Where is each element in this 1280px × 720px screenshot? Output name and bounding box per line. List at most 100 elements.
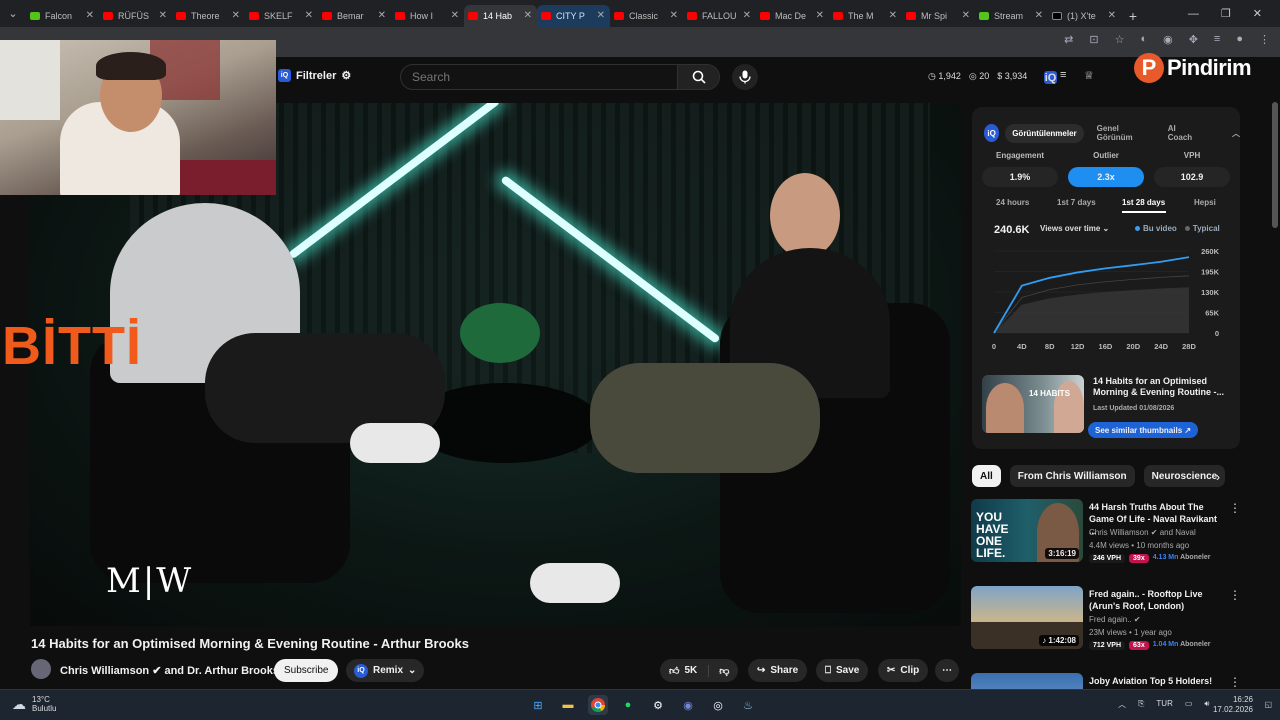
remix-button[interactable]: iQ Remix ⌄ xyxy=(346,659,425,682)
steam-icon[interactable]: ♨ xyxy=(738,695,758,715)
tab-close-icon[interactable]: ✕ xyxy=(962,10,970,21)
search-input[interactable] xyxy=(401,70,677,84)
restore-button[interactable]: ❐ xyxy=(1221,7,1231,20)
vpn-icon[interactable]: ◉ xyxy=(1163,33,1173,46)
file-explorer-icon[interactable]: ▬ xyxy=(558,695,578,715)
voice-search-button[interactable] xyxy=(732,64,758,90)
period-24-hours[interactable]: 24 hours xyxy=(996,198,1029,207)
like-button[interactable]: 👍︎ 5K 👎︎ xyxy=(660,659,739,682)
tab-close-icon[interactable]: ✕ xyxy=(451,10,459,21)
minimize-button[interactable]: — xyxy=(1188,8,1199,20)
more-options-icon[interactable]: ⋮ xyxy=(1229,675,1241,689)
browser-tab[interactable]: 14 Hab ✕ xyxy=(464,4,537,27)
iq-extension-icon[interactable]: iQ xyxy=(1044,71,1057,84)
share-button[interactable]: ↪ Share xyxy=(748,659,808,682)
chips-next-arrow-icon[interactable]: › xyxy=(1216,470,1220,484)
discord-icon[interactable]: ◉ xyxy=(678,695,698,715)
notification-icon[interactable]: ◱ xyxy=(1264,700,1272,709)
browser-tab[interactable]: FALLOU ✕ xyxy=(683,5,756,27)
bookmark-star-icon[interactable]: ☆ xyxy=(1115,33,1125,46)
tab-close-icon[interactable]: ✕ xyxy=(816,10,824,21)
collapse-chevron-icon[interactable]: ︿ xyxy=(1232,128,1240,139)
clip-button[interactable]: ✂ Clip xyxy=(878,659,929,682)
chip-all[interactable]: All xyxy=(972,465,1001,487)
similar-video-thumbnail[interactable]: 14 HABITS xyxy=(982,375,1084,433)
extension-icon[interactable]: ◐ xyxy=(1140,33,1147,46)
tab-close-icon[interactable]: ✕ xyxy=(159,10,167,21)
media-icon[interactable]: ≡ xyxy=(1214,33,1220,46)
search-button[interactable] xyxy=(677,65,719,89)
recommendation-item[interactable]: Joby Aviation Top 5 Holders! ⋮ xyxy=(971,673,1241,689)
tab-close-icon[interactable]: ✕ xyxy=(524,10,532,21)
recommendation-thumbnail[interactable]: YOU HAVE ONE LIFE. 3:16:19 xyxy=(971,499,1083,562)
more-options-icon[interactable]: ⋮ xyxy=(1229,588,1241,602)
obs-icon[interactable]: ◎ xyxy=(708,695,728,715)
browser-tab[interactable]: (1) X'te ✕ xyxy=(1048,5,1121,27)
filters-button[interactable]: iQ Filtreler ⚙ xyxy=(278,69,351,82)
browser-tab[interactable]: The M ✕ xyxy=(829,5,902,27)
browser-tab[interactable]: Stream ✕ xyxy=(975,5,1048,27)
period-all[interactable]: Hepsi xyxy=(1194,198,1216,207)
period-7-days[interactable]: 1st 7 days xyxy=(1057,198,1096,207)
browser-tab[interactable]: Classic ✕ xyxy=(610,5,683,27)
recommendation-channel[interactable]: Fred again.. ✔ xyxy=(1089,615,1141,624)
tray-chevron-icon[interactable]: ︿ xyxy=(1118,699,1126,710)
tab-views[interactable]: Görüntülenmeler xyxy=(1005,123,1084,143)
tab-close-icon[interactable]: ✕ xyxy=(670,10,678,21)
chip-neuroscience[interactable]: Neuroscience xyxy=(1143,465,1226,487)
network-icon[interactable]: ▭ xyxy=(1185,699,1193,710)
metric-outlier-value[interactable]: 2.3x xyxy=(1068,167,1144,187)
metric-vph-value[interactable]: 102.9 xyxy=(1154,167,1230,187)
volume-icon[interactable]: 🔊︎ xyxy=(1204,699,1209,710)
taskbar-clock[interactable]: 16:26 17.02.2026 xyxy=(1213,695,1253,715)
tab-close-icon[interactable]: ✕ xyxy=(1108,10,1116,21)
subscribe-button[interactable]: Subscribe xyxy=(274,659,339,682)
browser-tab[interactable]: RÜFÜS ✕ xyxy=(99,5,172,27)
save-button[interactable]: ⎕ Save xyxy=(816,659,869,682)
dislike-icon[interactable]: 👎︎ xyxy=(708,664,729,677)
tab-close-icon[interactable]: ✕ xyxy=(597,10,605,21)
tab-close-icon[interactable]: ✕ xyxy=(305,10,313,21)
page-scrollbar[interactable] xyxy=(1272,102,1278,228)
tab-close-icon[interactable]: ✕ xyxy=(1035,10,1043,21)
metric-engagement-value[interactable]: 1.9% xyxy=(982,167,1058,187)
browser-tab[interactable]: CITY P ✕ xyxy=(537,4,610,27)
tab-close-icon[interactable]: ✕ xyxy=(889,10,897,21)
extensions-puzzle-icon[interactable]: ✥ xyxy=(1189,33,1198,46)
recommendation-thumbnail[interactable] xyxy=(971,673,1083,689)
chrome-icon[interactable] xyxy=(588,695,608,715)
recommendation-channel[interactable]: Chris Williamson ✔ and Naval xyxy=(1089,528,1196,537)
new-tab-button[interactable]: + xyxy=(1121,5,1145,27)
tab-close-icon[interactable]: ✕ xyxy=(86,10,94,21)
usb-icon[interactable]: ⎘ xyxy=(1138,699,1144,710)
recommendation-title[interactable]: Fred again.. - Rooftop Live (Arun's Roof… xyxy=(1089,588,1221,612)
tab-search-button[interactable]: ⌄ xyxy=(0,0,26,27)
browser-tab[interactable]: Mac De ✕ xyxy=(756,5,829,27)
menu-icon[interactable]: ⋮ xyxy=(1259,33,1270,46)
see-similar-thumbnails-button[interactable]: See similar thumbnails ↗ xyxy=(1088,422,1199,438)
period-28-days[interactable]: 1st 28 days xyxy=(1122,198,1165,207)
browser-tab[interactable]: Mr Spi ✕ xyxy=(902,5,975,27)
channel-name[interactable]: Chris Williamson ✔ and Dr. Arthur Brooks xyxy=(60,664,279,677)
browser-tab[interactable]: Theore ✕ xyxy=(172,5,245,27)
recommendation-title[interactable]: Joby Aviation Top 5 Holders! xyxy=(1089,675,1221,687)
similar-video-title[interactable]: 14 Habits for an Optimised Morning & Eve… xyxy=(1093,376,1233,398)
language-indicator[interactable]: TUR xyxy=(1156,699,1172,710)
recommendation-item[interactable]: YOU HAVE ONE LIFE. 3:16:19 44 Harsh Trut… xyxy=(971,499,1241,563)
install-icon[interactable]: ⊡ xyxy=(1089,33,1098,46)
translate-icon[interactable]: ⇄ xyxy=(1064,33,1073,46)
tab-close-icon[interactable]: ✕ xyxy=(232,10,240,21)
tab-close-icon[interactable]: ✕ xyxy=(743,10,751,21)
profile-icon[interactable]: ● xyxy=(1236,33,1243,46)
channel-avatar[interactable] xyxy=(31,659,51,679)
more-options-icon[interactable]: ⋮ xyxy=(1229,501,1241,515)
browser-tab[interactable]: Bemar ✕ xyxy=(318,5,391,27)
start-windows-icon[interactable]: ⊞ xyxy=(528,695,548,715)
browser-tab[interactable]: SKELF ✕ xyxy=(245,5,318,27)
more-actions-button[interactable]: ⋯ xyxy=(935,659,959,682)
tab-ai-coach[interactable]: AI Coach xyxy=(1161,119,1204,147)
list-icon[interactable]: ≡ xyxy=(1060,69,1066,81)
tab-close-icon[interactable]: ✕ xyxy=(378,10,386,21)
views-over-time-dropdown[interactable]: Views over time ⌄ xyxy=(1040,224,1109,233)
close-window-button[interactable]: ✕ xyxy=(1253,7,1262,20)
